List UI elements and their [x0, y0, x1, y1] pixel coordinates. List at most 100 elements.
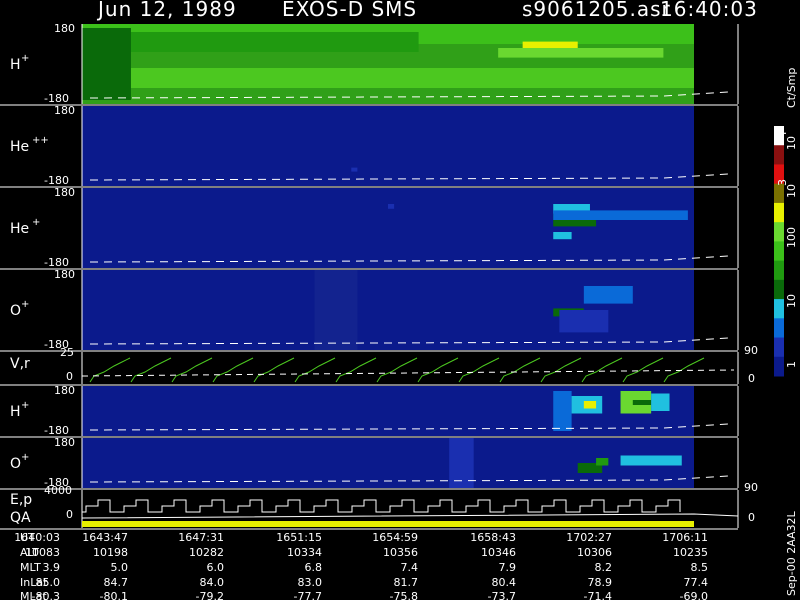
- heatmap-cell: [82, 28, 131, 100]
- footer-cell: 10334: [287, 546, 322, 559]
- ep-right-top: 90: [744, 481, 758, 494]
- footer-cell: 5.0: [111, 561, 129, 574]
- colorbar-swatch: [774, 318, 784, 339]
- heatmap-cell: [388, 204, 395, 209]
- ep-label-1: E,p: [10, 492, 32, 508]
- heatmap-cell: [583, 286, 633, 304]
- footer-cell: 10235: [673, 546, 708, 559]
- vr-background: [82, 352, 738, 384]
- panel-o-plus-2: O +180-180: [0, 436, 739, 490]
- footer-cell: 1643:47: [82, 531, 128, 544]
- footer-cell: 8.2: [595, 561, 613, 574]
- colorbar-swatch: [774, 202, 784, 223]
- footer-cell: 78.9: [588, 576, 613, 589]
- colorbar-swatch: [774, 260, 784, 281]
- panel-label: He: [10, 139, 29, 155]
- title-mission: EXOS-D SMS: [282, 0, 417, 21]
- footer-cell: -80.1: [100, 590, 128, 600]
- ep-right-bottom: 0: [748, 511, 755, 524]
- heatmap-cell: [559, 310, 609, 333]
- panels: H +180-180He ++180-180He +180-180O +180-180H…: [0, 22, 739, 490]
- colorbar-tick-label: 100: [785, 227, 798, 248]
- panel-label: H: [10, 404, 21, 420]
- footer-cell: -75.8: [390, 590, 418, 600]
- heatmap-cell: [553, 210, 688, 220]
- vr-y-bottom: 0: [66, 370, 73, 383]
- colorbar-swatch: [774, 145, 784, 165]
- panel-nodata: [694, 438, 738, 488]
- footer-cell: 10356: [383, 546, 418, 559]
- footer-cell: 8.5: [691, 561, 709, 574]
- colorbar-swatch: [774, 241, 784, 262]
- footer-cell: 81.7: [394, 576, 419, 589]
- footer-cell: 1706:11: [662, 531, 708, 544]
- footer-cell: -79.2: [196, 590, 224, 600]
- heatmap-cell: [596, 458, 609, 466]
- panel-label-sup: +: [21, 452, 29, 463]
- panel-he-plus-plus: He ++180-180: [0, 104, 739, 188]
- footer-cell: 77.4: [684, 576, 709, 589]
- panel-background: [82, 188, 694, 268]
- heatmap-cell: [651, 393, 670, 411]
- footer-cell: 10306: [577, 546, 612, 559]
- heatmap-cell: [632, 400, 652, 405]
- panel-he-plus: He +180-180: [0, 186, 739, 270]
- colorbar-swatch: [774, 337, 784, 358]
- colorbar-swatch: [774, 279, 784, 300]
- colorbar-swatch: [774, 356, 784, 377]
- ep-label-2: QA: [10, 510, 31, 526]
- colorbar-swatch: [774, 299, 784, 319]
- panel-nodata: [694, 24, 738, 104]
- footer-cell: 1658:43: [470, 531, 516, 544]
- vr-y-top: 25: [60, 346, 74, 359]
- panel-h-plus-2: H +180-180: [0, 384, 739, 438]
- heatmap-cell: [82, 68, 694, 88]
- panel-label-sup: +: [21, 53, 29, 64]
- qa-bar: [82, 521, 694, 527]
- footer-cell: 85.0: [36, 576, 61, 589]
- footer-cell: 10198: [93, 546, 128, 559]
- footer-cell: 7.4: [401, 561, 419, 574]
- panel-label: O: [10, 303, 21, 319]
- panel-label: He: [10, 221, 29, 237]
- footer-cell: 83.0: [298, 576, 323, 589]
- panel-nodata: [694, 106, 738, 186]
- footer-cell: 6.0: [207, 561, 225, 574]
- title-date: Jun 12, 1989: [96, 0, 237, 21]
- ep-y-bottom: 0: [66, 508, 73, 521]
- heatmap-cell: [82, 32, 419, 52]
- vr-label: V,r: [10, 356, 30, 372]
- y-tick-top: 180: [54, 268, 75, 281]
- footer-row-label: MLT: [20, 561, 41, 574]
- footer-cell: 7.9: [499, 561, 517, 574]
- heatmap-cell: [498, 48, 664, 58]
- panel-label-sup: ++: [32, 135, 49, 146]
- footer-cell: 10346: [481, 546, 516, 559]
- heatmap-cell: [553, 232, 572, 240]
- colorbar-unit: Ct/Smp: [785, 68, 798, 108]
- heatmap-cell: [583, 401, 597, 409]
- footer-cell: -80.3: [32, 590, 60, 600]
- heatmap-cell: [620, 455, 682, 466]
- footer-cell: 84.0: [200, 576, 225, 589]
- panel-label: O: [10, 456, 21, 472]
- colorbar-tick-label: 3: [776, 179, 789, 186]
- heatmap-cell: [553, 391, 572, 431]
- panel-o-plus: O +180-180: [0, 268, 739, 352]
- y-tick-top: 180: [54, 22, 75, 35]
- colorbar-swatch: [774, 222, 784, 242]
- footer-cell: -69.0: [680, 590, 708, 600]
- colorbar-tick-label: 10: [785, 294, 798, 308]
- panel-nodata: [694, 188, 738, 268]
- footer-cell: 10083: [25, 546, 60, 559]
- footer-cell: 1647:31: [178, 531, 224, 544]
- file-name: s9061205.asr: [522, 0, 671, 21]
- footer-cell: 3.9: [43, 561, 61, 574]
- heatmap-cell: [351, 167, 358, 172]
- heatmap-cell: [314, 270, 358, 350]
- footer-cell: 84.7: [104, 576, 129, 589]
- footer-cell: 80.4: [492, 576, 517, 589]
- footer-cell: 1702:27: [566, 531, 612, 544]
- footer-cell: -73.7: [488, 590, 516, 600]
- panel-label-sup: +: [32, 217, 40, 228]
